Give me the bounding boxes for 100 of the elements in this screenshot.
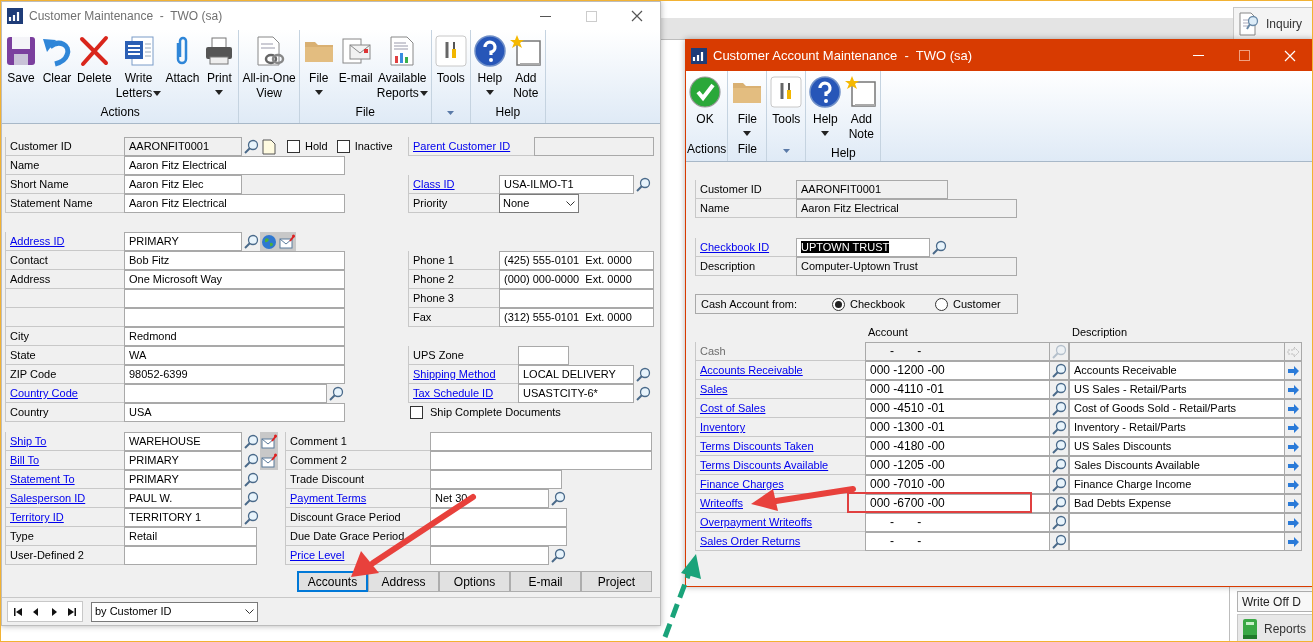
expand-button[interactable]: [1285, 475, 1302, 494]
account-field[interactable]: 000 -4110 -01: [865, 380, 1050, 399]
address-button[interactable]: [260, 432, 278, 451]
ribbon-button[interactable]: Tools: [432, 33, 469, 88]
account-field[interactable]: 000 -4510 -01: [865, 399, 1050, 418]
input-field[interactable]: [430, 508, 567, 527]
account-field[interactable]: 000 -1205 -00: [865, 456, 1050, 475]
write-off-button[interactable]: Write Off D: [1237, 591, 1312, 612]
expand-button[interactable]: [1285, 513, 1302, 532]
ribbon-button[interactable]: Clear: [39, 33, 75, 88]
input-field[interactable]: [124, 546, 257, 565]
input-field[interactable]: [430, 527, 567, 546]
expand-button[interactable]: [1285, 399, 1302, 418]
lookup-button[interactable]: [1050, 418, 1069, 437]
address-button[interactable]: [260, 451, 278, 470]
row-link[interactable]: Cost of Sales: [695, 399, 865, 418]
lookup-button[interactable]: [634, 175, 652, 194]
input-field[interactable]: Aaron Fitz Electrical: [124, 156, 345, 175]
input-field[interactable]: Aaron Fitz Elec: [124, 175, 242, 194]
input-field[interactable]: UPTOWN TRUST: [796, 238, 930, 257]
row-link[interactable]: Overpayment Writeoffs: [695, 513, 865, 532]
lookup-button[interactable]: [549, 489, 567, 508]
ribbon-button[interactable]: Help: [807, 74, 844, 138]
row-link[interactable]: Terms Discounts Taken: [695, 437, 865, 456]
lookup-button[interactable]: [634, 365, 652, 384]
input-field[interactable]: LOCAL DELIVERY: [518, 365, 634, 384]
input-field[interactable]: [499, 289, 654, 308]
ribbon-button[interactable]: E-mail: [336, 33, 375, 88]
form-button[interactable]: Project: [581, 571, 652, 592]
input-field[interactable]: One Microsoft Way: [124, 270, 345, 289]
ribbon-button[interactable]: Help: [471, 33, 508, 97]
lookup-button[interactable]: [327, 384, 345, 403]
ribbon-button[interactable]: Add Note: [507, 33, 544, 103]
lookup-button[interactable]: [242, 432, 260, 451]
ribbon-button[interactable]: Delete: [75, 33, 114, 88]
lookup-button[interactable]: [242, 451, 260, 470]
form-button[interactable]: Accounts: [297, 571, 368, 592]
sort-dropdown[interactable]: by Customer ID: [91, 601, 258, 622]
input-field[interactable]: Redmond: [124, 327, 345, 346]
ribbon-button[interactable]: Print: [201, 33, 238, 97]
account-field[interactable]: - -: [865, 513, 1050, 532]
checkbox[interactable]: [410, 406, 423, 419]
row-link[interactable]: Sales Order Returns: [695, 532, 865, 551]
row-link[interactable]: Accounts Receivable: [695, 361, 865, 380]
input-field[interactable]: PAUL W.: [124, 489, 242, 508]
input-field[interactable]: [430, 451, 652, 470]
input-field[interactable]: USA: [124, 403, 345, 422]
input-field[interactable]: USASTCITY-6*: [518, 384, 634, 403]
input-field[interactable]: [430, 546, 549, 565]
ribbon-button[interactable]: File: [729, 74, 766, 138]
input-field[interactable]: [430, 470, 562, 489]
form-button[interactable]: Address: [368, 571, 439, 592]
account-field[interactable]: 000 -1300 -01: [865, 418, 1050, 437]
lookup-button[interactable]: [242, 232, 260, 251]
address-button[interactable]: [278, 232, 296, 251]
expand-button[interactable]: [1285, 361, 1302, 380]
input-field[interactable]: [124, 384, 327, 403]
input-field[interactable]: PRIMARY: [124, 232, 242, 251]
row-link[interactable]: Terms Discounts Available: [695, 456, 865, 475]
input-field[interactable]: (312) 555-0101 Ext. 0000: [499, 308, 654, 327]
expand-button[interactable]: [1285, 494, 1302, 513]
ribbon-button[interactable]: File: [300, 33, 337, 97]
row-link[interactable]: Inventory: [695, 418, 865, 437]
input-field[interactable]: [124, 289, 345, 308]
input-field[interactable]: Aaron Fitz Electrical: [796, 199, 1017, 218]
expand-button[interactable]: [1285, 532, 1302, 551]
dropdown[interactable]: None: [499, 194, 579, 213]
lookup-button[interactable]: [634, 384, 652, 403]
input-field[interactable]: USA-ILMO-T1: [499, 175, 634, 194]
lookup-button[interactable]: [1050, 532, 1069, 551]
lookup-button[interactable]: [242, 137, 260, 156]
lookup-button[interactable]: [1050, 399, 1069, 418]
lookup-button[interactable]: [1050, 475, 1069, 494]
form-button[interactable]: Options: [439, 571, 510, 592]
account-field[interactable]: 000 -1200 -00: [865, 361, 1050, 380]
expand-button[interactable]: [1285, 456, 1302, 475]
reports-button[interactable]: Reports: [1237, 614, 1312, 641]
input-field[interactable]: (425) 555-0101 Ext. 0000: [499, 251, 654, 270]
radio-button[interactable]: [935, 297, 949, 311]
input-field[interactable]: [430, 432, 652, 451]
input-field[interactable]: Aaron Fitz Electrical: [124, 194, 345, 213]
input-field[interactable]: Bob Fitz: [124, 251, 345, 270]
checkbox[interactable]: [287, 140, 300, 153]
ribbon-button[interactable]: All-in-One View: [240, 33, 298, 103]
lookup-button[interactable]: [1050, 513, 1069, 532]
note-button[interactable]: [260, 137, 278, 156]
input-field[interactable]: 98052-6399: [124, 365, 345, 384]
expand-button[interactable]: [1285, 437, 1302, 456]
input-field[interactable]: [124, 308, 345, 327]
lookup-button[interactable]: [549, 546, 567, 565]
ribbon-button[interactable]: Save: [3, 33, 39, 88]
input-field[interactable]: AARONFIT0001: [796, 180, 948, 199]
checkbox[interactable]: [336, 140, 350, 153]
input-field[interactable]: TERRITORY 1: [124, 508, 242, 527]
input-field[interactable]: AARONFIT0001: [124, 137, 242, 156]
lookup-button[interactable]: [242, 508, 260, 527]
inquiry-button[interactable]: Inquiry: [1233, 7, 1312, 39]
ribbon-button[interactable]: Available Reports: [374, 33, 430, 103]
account-field[interactable]: 000 -7010 -00: [865, 475, 1050, 494]
lookup-button[interactable]: [1050, 361, 1069, 380]
